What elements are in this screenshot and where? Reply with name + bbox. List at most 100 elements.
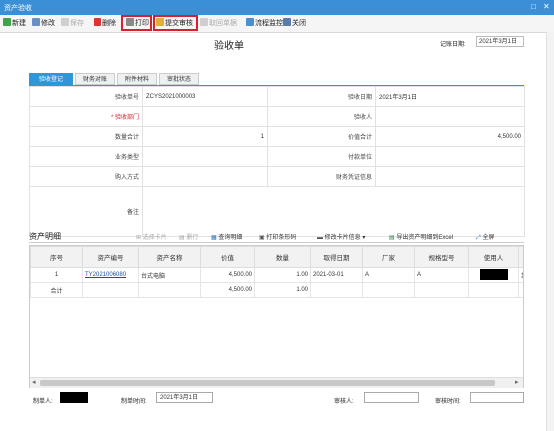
col-qty[interactable]: 数量 <box>254 246 311 268</box>
tab-acceptance-register[interactable]: 验收登记 <box>29 73 73 85</box>
total-empty-7 <box>518 282 523 298</box>
col-maker[interactable]: 厂家 <box>362 246 415 268</box>
col-user[interactable]: 使用人 <box>468 246 519 268</box>
print-barcode-button[interactable]: ▣ 打印条形码 <box>259 232 296 241</box>
acceptance-date-field[interactable]: 2021年3月1日 <box>375 86 525 107</box>
acceptor-field[interactable] <box>375 106 525 127</box>
process-monitor-button[interactable]: 流程监控 <box>246 18 283 29</box>
col-asset-no[interactable]: 资产编号 <box>82 246 139 268</box>
purchase-method-field[interactable] <box>142 166 268 187</box>
fullscreen-button[interactable]: ⤢ 全屏 <box>476 232 495 242</box>
close-button[interactable]: 关闭 <box>283 18 306 29</box>
save-icon <box>61 18 69 26</box>
tab-approval-status[interactable]: 审批状态 <box>159 73 199 85</box>
save-label: 保存 <box>70 20 84 27</box>
row-index: 1 <box>30 267 83 283</box>
submit-highlight <box>153 15 198 31</box>
delete-button[interactable]: 删除 <box>94 18 116 29</box>
posting-date-field[interactable]: 2021年3月1日 <box>476 36 524 47</box>
asset-detail-title: 资产明细 <box>29 232 61 241</box>
col-asset-name[interactable]: 资产名称 <box>138 246 201 268</box>
asset-detail-grid: 序号 资产编号 资产名称 价值 数量 取得日期 厂家 规格型号 使用人 存 1 … <box>29 245 524 388</box>
row-asset-name: 台式电脑 <box>138 267 201 283</box>
voucher-info-label: 财务凭证信息 <box>267 166 376 187</box>
total-empty-1 <box>82 282 139 298</box>
acceptance-form: 验收单号 ZCYS2021000003 验收日期 2021年3月1日 * 验收部… <box>29 86 525 237</box>
review-time-field[interactable] <box>470 392 524 403</box>
remarks-field[interactable] <box>142 186 525 237</box>
delete-row-label: 删行 <box>186 235 199 241</box>
scroll-left-icon[interactable]: ◂ <box>32 378 36 388</box>
business-type-field[interactable] <box>142 146 268 167</box>
query-detail-label: 查询明细 <box>218 235 243 241</box>
export-excel-button[interactable]: ▤ 导出资产明细到Excel <box>389 232 453 241</box>
edit-icon <box>32 18 40 26</box>
horizontal-scrollbar[interactable]: ◂ ▸ <box>30 377 523 388</box>
receipt-no-label: 验收单号 <box>29 86 143 107</box>
total-empty-5 <box>414 282 469 298</box>
total-row: 合计 4,500.00 1.00 <box>30 282 523 298</box>
qty-total-field: 1 <box>142 126 268 147</box>
delete-row-button[interactable]: ▤ 删行 <box>179 232 198 241</box>
main-toolbar: 新建 修改 保存 删除 打印 提交审核 取回单据 流程监控 关闭 <box>0 15 554 33</box>
value-total-label: 价值合计 <box>267 126 376 147</box>
tab-attachments[interactable]: 附件材料 <box>117 73 157 85</box>
query-detail-button[interactable]: ▦ 查询明细 <box>211 232 242 241</box>
new-label: 新建 <box>12 20 26 27</box>
vertical-scrollbar[interactable] <box>546 32 554 431</box>
print-highlight <box>121 15 152 31</box>
payment-unit-field[interactable] <box>375 146 525 167</box>
flow-icon <box>246 18 254 26</box>
grid-header-row: 序号 资产编号 资产名称 价值 数量 取得日期 厂家 规格型号 使用人 存 <box>30 246 523 268</box>
edit-button[interactable]: 修改 <box>32 18 55 29</box>
select-card-label: 选择卡片 <box>142 235 167 241</box>
select-card-button[interactable]: ⊞ 选择卡片 <box>136 232 167 241</box>
col-storage[interactable]: 存 <box>518 246 523 268</box>
delete-label: 删除 <box>102 20 116 27</box>
receipt-no-field[interactable]: ZCYS2021000003 <box>142 86 268 107</box>
fullscreen-icon: ⤢ <box>476 235 481 241</box>
qty-total-label: 数量合计 <box>29 126 143 147</box>
reviewer-field[interactable] <box>364 392 419 403</box>
col-index[interactable]: 序号 <box>30 246 83 268</box>
grid-icon: ▦ <box>211 235 217 241</box>
create-time-label: 制单时间: <box>121 399 147 405</box>
reviewer-label: 审核人: <box>334 399 354 405</box>
modify-card-label: 修改卡片信息 <box>324 235 361 241</box>
create-time-field[interactable]: 2021年3月1日 <box>156 392 213 403</box>
col-acquire-date[interactable]: 取得日期 <box>310 246 363 268</box>
section-divider <box>29 242 524 243</box>
print-barcode-icon: ▣ <box>259 235 265 241</box>
col-value[interactable]: 价值 <box>200 246 255 268</box>
col-spec[interactable]: 规格型号 <box>414 246 469 268</box>
review-time-label: 审核时间: <box>435 399 461 405</box>
close-window-icon[interactable]: ✕ <box>543 2 550 11</box>
dept-field[interactable] <box>142 106 268 127</box>
total-value: 4,500.00 <box>200 282 255 298</box>
value-total-field: 4,500.00 <box>375 126 525 147</box>
page-title: 验收单 <box>214 41 244 52</box>
scroll-right-icon[interactable]: ▸ <box>515 378 519 388</box>
row-storage: 某全 <box>518 267 523 283</box>
close-label: 关闭 <box>292 20 306 27</box>
excel-icon: ▤ <box>389 235 395 241</box>
save-button[interactable]: 保存 <box>61 18 84 29</box>
voucher-info-field[interactable] <box>375 166 525 187</box>
new-button[interactable]: 新建 <box>3 18 26 29</box>
modify-card-button[interactable]: ▬ 修改卡片信息 ▾ <box>317 232 365 241</box>
withdraw-button[interactable]: 取回单据 <box>200 18 237 29</box>
row-user <box>468 267 519 283</box>
acceptance-date-label: 验收日期 <box>267 86 376 107</box>
row-date: 2021-03-01 <box>310 267 363 283</box>
total-qty: 1.00 <box>254 282 311 298</box>
process-label: 流程监控 <box>255 20 283 27</box>
table-row[interactable]: 1 TY2021006080 台式电脑 4,500.00 1.00 2021-0… <box>30 267 523 283</box>
scroll-thumb[interactable] <box>40 380 495 386</box>
creator-field-redacted <box>60 392 88 403</box>
asset-no-link[interactable]: TY2021006080 <box>85 272 126 278</box>
redacted-user <box>479 268 508 280</box>
tab-finance-reconcile[interactable]: 财务对账 <box>75 73 115 85</box>
total-label: 合计 <box>30 282 83 298</box>
window-titlebar: 资产验收 □ ✕ <box>0 0 554 15</box>
maximize-icon[interactable]: □ <box>531 2 536 11</box>
